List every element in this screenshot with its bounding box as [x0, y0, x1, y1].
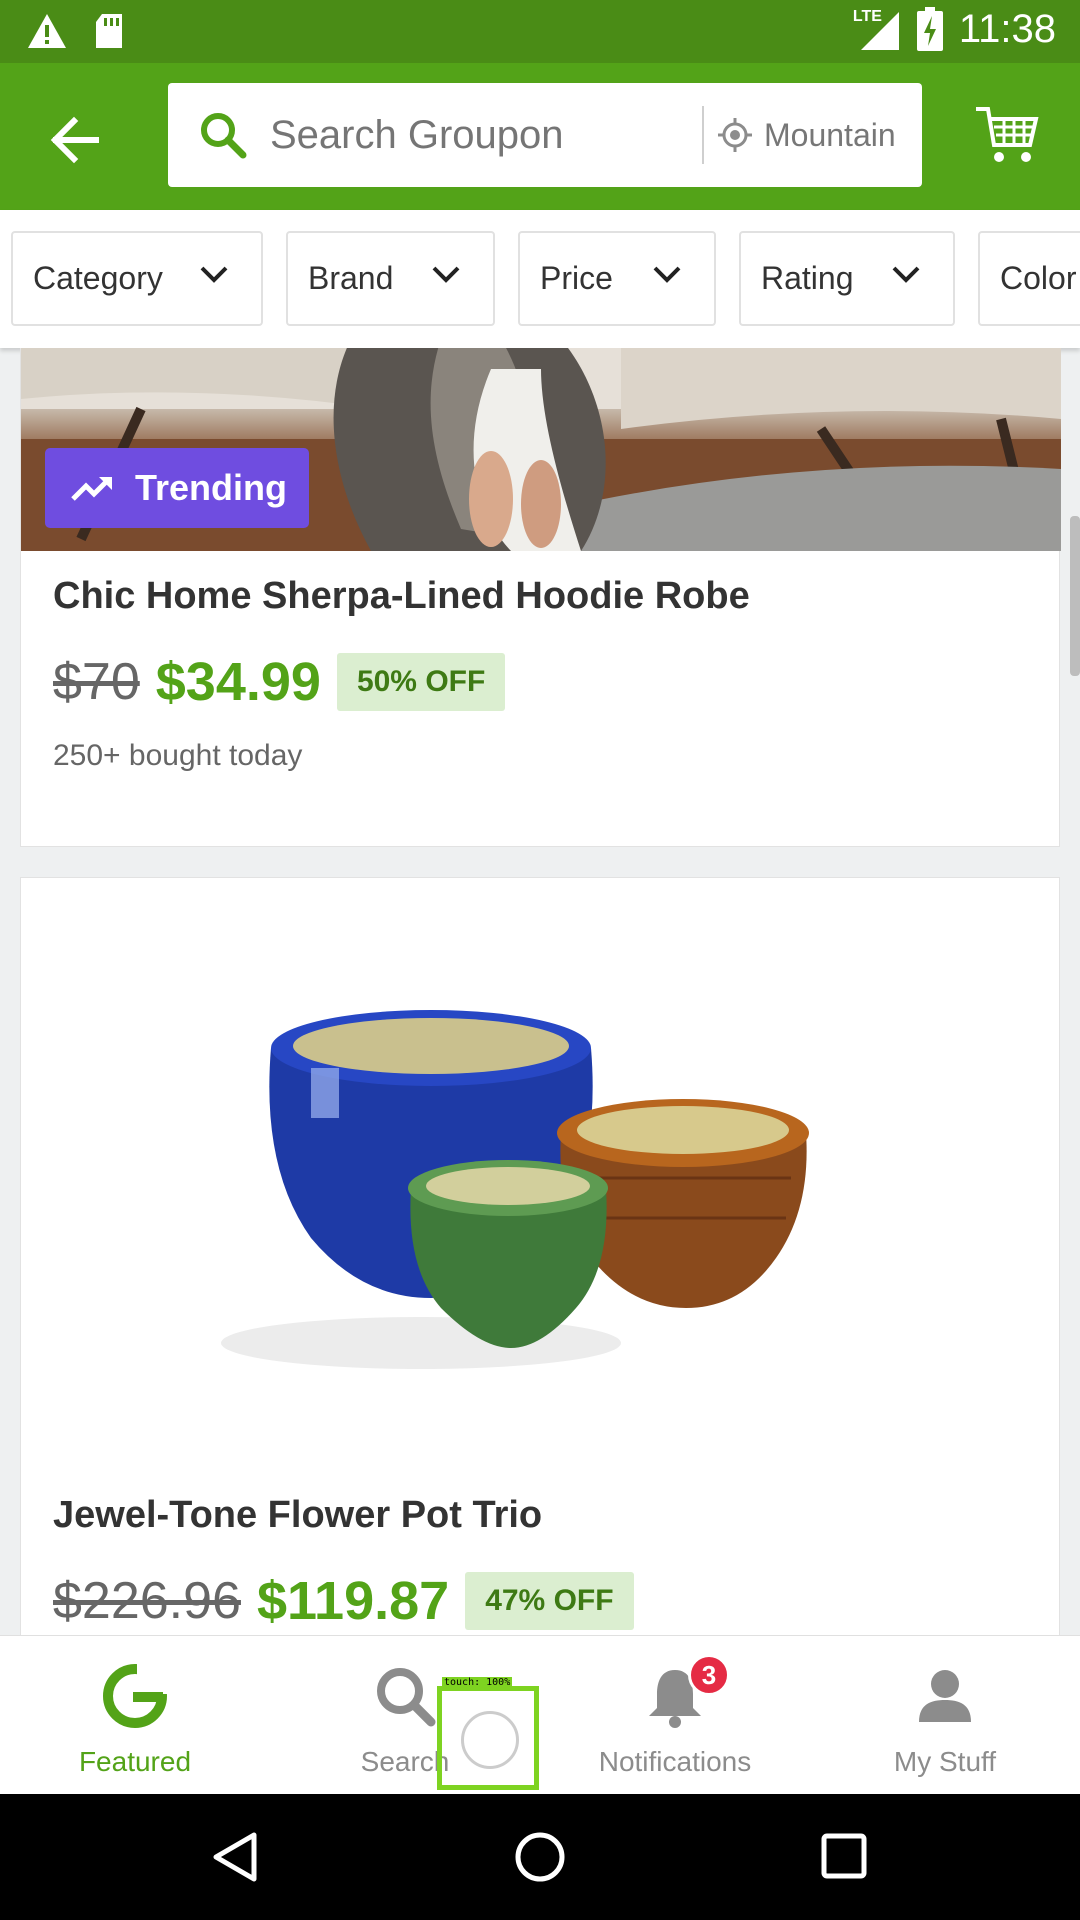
chevron-down-icon	[653, 266, 681, 283]
original-price: $226.96	[53, 1572, 241, 1630]
deal-card[interactable]: Trending Chic Home Sherpa-Lined Hoodie R…	[20, 348, 1061, 847]
bottom-navigation: Featured Search 3 Notifications My Stuff	[0, 1635, 1080, 1794]
nav-notifications[interactable]: 3 Notifications	[540, 1636, 810, 1795]
touch-ring	[461, 1711, 519, 1769]
filter-label: Rating	[761, 260, 854, 296]
deal-card[interactable]: Jewel-Tone Flower Pot Trio $226.96 $119.…	[20, 877, 1060, 1635]
deal-title[interactable]: Jewel-Tone Flower Pot Trio	[53, 1494, 542, 1537]
deal-feed[interactable]: Trending Chic Home Sherpa-Lined Hoodie R…	[0, 348, 1080, 1635]
original-price: $70	[53, 653, 140, 711]
warning-icon	[28, 14, 66, 48]
filter-label: Color	[1000, 260, 1077, 296]
notification-count-badge: 3	[688, 1654, 730, 1696]
price-row: $70 $34.99 50% OFF	[53, 651, 506, 713]
touch-label: touch: 100%	[442, 1677, 513, 1688]
filter-label: Brand	[308, 260, 394, 296]
discount-badge: 47% OFF	[465, 1572, 634, 1630]
back-button[interactable]	[40, 105, 110, 175]
location-icon[interactable]	[718, 118, 752, 152]
sale-price: $119.87	[256, 1571, 450, 1631]
status-bar: LTE 11:38	[0, 0, 1080, 63]
search-icon	[201, 113, 247, 159]
trending-badge: Trending	[45, 448, 309, 528]
scrollbar[interactable]	[1070, 516, 1080, 676]
app-bar: Mountain	[0, 63, 1080, 210]
battery-charging-icon	[916, 7, 943, 51]
sale-price: $34.99	[155, 652, 321, 712]
search-icon	[377, 1668, 436, 1727]
chevron-down-icon	[432, 266, 460, 283]
chevron-down-icon	[892, 266, 920, 283]
signal-icon: LTE	[853, 6, 901, 52]
nav-my-stuff[interactable]: My Stuff	[810, 1636, 1080, 1795]
filter-rating[interactable]: Rating	[739, 231, 955, 326]
nav-label: Notifications	[598, 1746, 752, 1777]
person-icon	[919, 1670, 971, 1722]
trending-up-icon	[71, 477, 112, 501]
touch-indicator: touch: 100%	[437, 1677, 539, 1790]
cart-button[interactable]	[974, 103, 1040, 167]
sd-card-icon	[96, 14, 122, 48]
chevron-down-icon	[200, 266, 228, 283]
search-input[interactable]	[270, 112, 710, 158]
recents-square-icon[interactable]	[820, 1832, 868, 1880]
price-row: $226.96 $119.87 47% OFF	[53, 1570, 634, 1632]
nav-label: Featured	[78, 1746, 192, 1777]
nav-label: My Stuff	[893, 1746, 997, 1777]
location-label[interactable]: Mountain	[764, 117, 898, 154]
search-divider	[702, 106, 704, 164]
filter-bar: Category Brand Price Rating Color	[0, 210, 1080, 348]
groupon-g-icon	[103, 1664, 167, 1728]
clock: 11:38	[958, 6, 1056, 51]
filter-category[interactable]: Category	[11, 231, 263, 326]
back-triangle-icon[interactable]	[210, 1831, 260, 1883]
trending-label: Trending	[135, 467, 287, 508]
filter-label: Category	[33, 260, 163, 296]
bought-count: 250+ bought today	[53, 739, 303, 772]
deal-image	[21, 878, 1061, 1438]
cart-icon	[976, 107, 1039, 162]
search-bar[interactable]: Mountain	[168, 83, 922, 187]
filter-label: Price	[540, 260, 613, 296]
back-arrow-icon	[50, 116, 99, 164]
deal-title[interactable]: Chic Home Sherpa-Lined Hoodie Robe	[53, 575, 750, 618]
filter-price[interactable]: Price	[518, 231, 716, 326]
filter-brand[interactable]: Brand	[286, 231, 495, 326]
home-circle-icon[interactable]	[514, 1831, 566, 1883]
filter-color[interactable]: Color	[978, 231, 1080, 326]
nav-featured[interactable]: Featured	[0, 1636, 270, 1795]
system-navigation-bar	[0, 1794, 1080, 1920]
deal-image: Trending	[21, 348, 1061, 551]
discount-badge: 50% OFF	[336, 653, 506, 711]
